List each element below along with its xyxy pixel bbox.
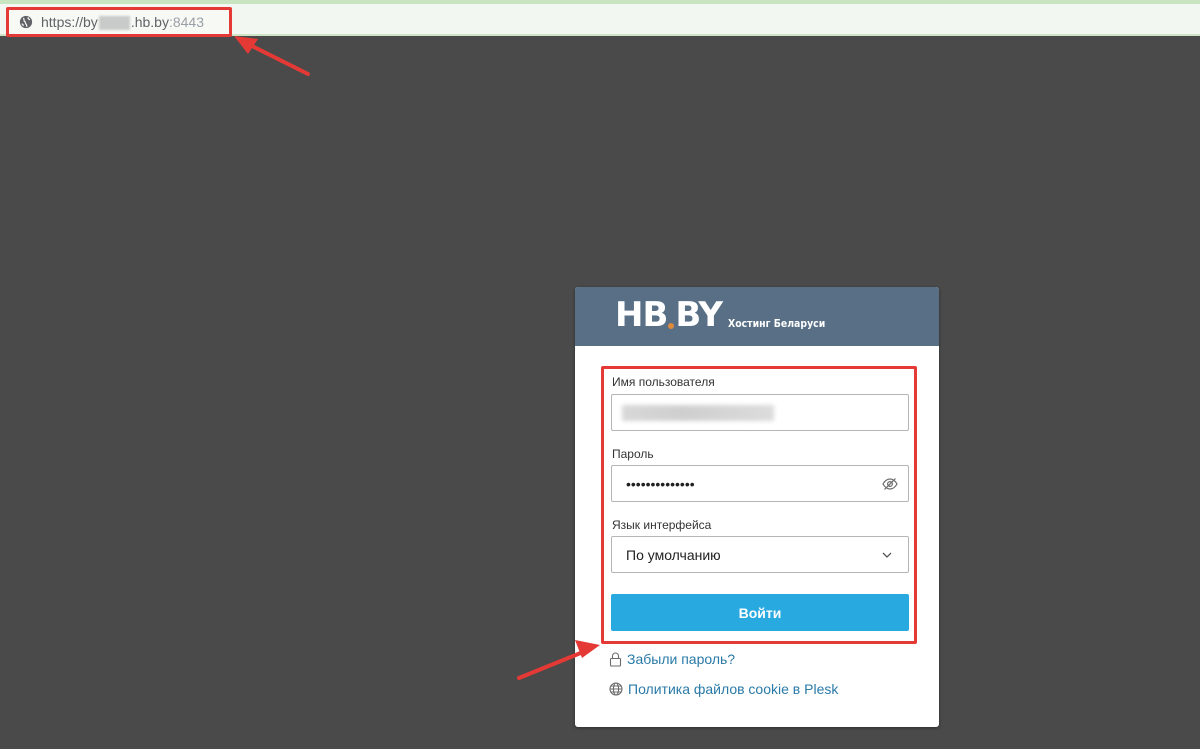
language-label: Язык интерфейса [612, 518, 712, 532]
password-value: •••••••••••••• [626, 475, 695, 492]
username-label: Имя пользователя [612, 375, 715, 389]
url-redacted [98, 16, 130, 31]
globe-icon [19, 15, 33, 29]
language-selected: По умолчанию [626, 546, 721, 563]
login-form: Имя пользователя Пароль •••••••••••••• Я… [601, 366, 917, 644]
logo-left: HB [615, 295, 668, 335]
brand-logo: HB BY Хостинг Беларуси [615, 298, 842, 332]
password-input[interactable]: •••••••••••••• [611, 465, 909, 502]
url-port: :8443 [168, 13, 204, 30]
login-button[interactable]: Войти [611, 594, 909, 631]
url-text: https://by .hb.by:8443 [41, 13, 204, 31]
forgot-password-label: Забыли пароль? [627, 651, 736, 667]
panel-header: HB BY Хостинг Беларуси [575, 287, 939, 346]
logo-tagline: Хостинг Беларуси [728, 317, 826, 330]
logo-right: BY [675, 295, 723, 335]
username-input[interactable] [611, 394, 909, 431]
logo-dot [668, 323, 675, 329]
address-bar[interactable]: https://by .hb.by:8443 [6, 7, 232, 37]
eye-slash-icon[interactable] [882, 477, 898, 491]
lock-icon [609, 652, 622, 667]
cookie-policy-link[interactable]: Политика файлов cookie в Plesk [609, 681, 838, 697]
arrow-to-address-bar [234, 36, 310, 76]
globe-icon [609, 682, 623, 696]
url-domain: .hb.by [130, 13, 169, 30]
password-label: Пароль [612, 447, 654, 461]
username-redacted [622, 404, 774, 421]
cookie-policy-label: Политика файлов cookie в Plesk [628, 681, 839, 697]
url-prefix: https://by [41, 13, 98, 30]
browser-toolbar: https://by .hb.by:8443 [0, 0, 1200, 37]
chevron-down-icon [882, 552, 892, 558]
language-select[interactable]: По умолчанию [611, 536, 909, 573]
login-panel: HB BY Хостинг Беларуси Имя пользователя … [575, 287, 939, 727]
forgot-password-link[interactable]: Забыли пароль? [609, 651, 735, 667]
